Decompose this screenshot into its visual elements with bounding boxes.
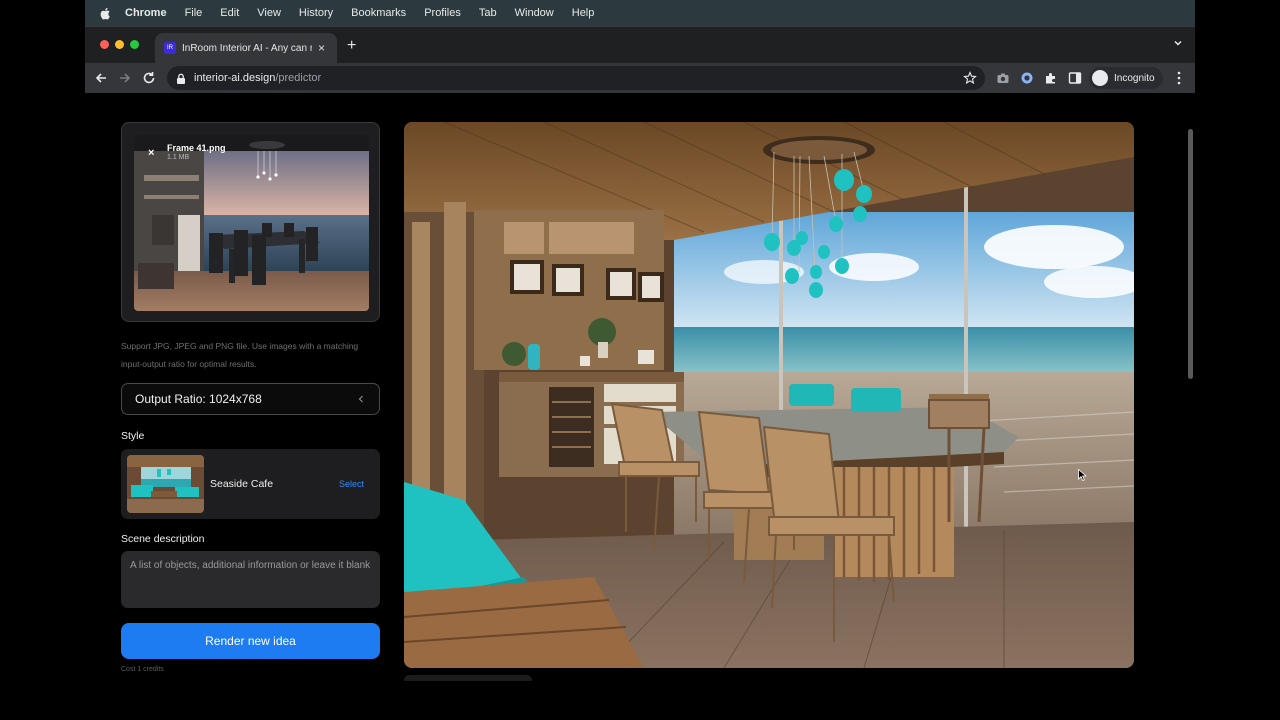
camera-extension-icon[interactable] bbox=[996, 71, 1010, 85]
mouse-cursor-icon bbox=[1078, 469, 1087, 481]
file-name: Frame 41.png bbox=[167, 143, 226, 153]
url-path: /predictor bbox=[275, 72, 322, 84]
tab-strip: IR InRoom Interior AI - Any can re × + bbox=[85, 27, 1195, 63]
browser-tab-active[interactable]: IR InRoom Interior AI - Any can re × bbox=[155, 33, 337, 63]
close-window-button[interactable] bbox=[100, 40, 109, 49]
scene-description-input[interactable]: A list of objects, additional informatio… bbox=[121, 551, 380, 608]
menu-profiles[interactable]: Profiles bbox=[424, 7, 461, 19]
new-tab-plus-icon[interactable]: + bbox=[347, 37, 356, 55]
browser-window: IR InRoom Interior AI - Any can re × + i… bbox=[85, 26, 1195, 681]
uploaded-room-image bbox=[134, 135, 369, 311]
chevron-left-icon bbox=[358, 395, 363, 403]
result-thumbnail-strip[interactable] bbox=[404, 675, 532, 681]
upload-card[interactable]: × Frame 41.png 1.1 MB bbox=[121, 122, 380, 322]
apple-logo-icon[interactable] bbox=[99, 7, 111, 20]
menu-app-name[interactable]: Chrome bbox=[125, 7, 167, 19]
incognito-label: Incognito bbox=[1114, 72, 1155, 84]
url-host: interior-ai.design bbox=[194, 72, 276, 84]
uploaded-image-preview bbox=[134, 135, 369, 311]
menu-history[interactable]: History bbox=[299, 7, 333, 19]
cost-credits-text: Cost 1 credits bbox=[121, 666, 164, 673]
menu-help[interactable]: Help bbox=[572, 7, 595, 19]
back-arrow-icon[interactable] bbox=[93, 70, 109, 86]
page-scrollbar[interactable] bbox=[1188, 129, 1193, 379]
lock-icon[interactable] bbox=[176, 73, 186, 84]
tab-close-icon[interactable]: × bbox=[318, 41, 325, 55]
menu-bookmarks[interactable]: Bookmarks bbox=[351, 7, 406, 19]
bookmark-star-icon[interactable] bbox=[963, 71, 977, 85]
menu-tab[interactable]: Tab bbox=[479, 7, 497, 19]
minimize-window-button[interactable] bbox=[115, 40, 124, 49]
menu-edit[interactable]: Edit bbox=[220, 7, 239, 19]
select-style-link[interactable]: Select bbox=[339, 479, 364, 489]
more-options-kebab-icon[interactable] bbox=[1177, 71, 1181, 85]
zoom-window-button[interactable] bbox=[130, 40, 139, 49]
tab-search-chevron-down-icon[interactable] bbox=[1173, 38, 1183, 48]
output-ratio-select[interactable]: Output Ratio: 1024x768 bbox=[121, 383, 380, 415]
seaside-cafe-thumbnail-image bbox=[127, 455, 204, 513]
predictor-page: × Frame 41.png 1.1 MB Support JPG, JPEG … bbox=[85, 93, 1195, 681]
output-ratio-value: Output Ratio: 1024x768 bbox=[135, 392, 262, 406]
circle-extension-icon[interactable] bbox=[1020, 71, 1034, 85]
rendered-result-image[interactable] bbox=[404, 122, 1134, 668]
remove-file-close-icon[interactable]: × bbox=[148, 147, 154, 159]
menu-view[interactable]: View bbox=[257, 7, 281, 19]
supported-formats-hint: Support JPG, JPEG and PNG file. Use imag… bbox=[121, 341, 359, 369]
incognito-profile-button[interactable]: Incognito bbox=[1089, 67, 1163, 89]
style-card[interactable]: Seaside Cafe Select bbox=[121, 449, 380, 519]
menu-window[interactable]: Window bbox=[515, 7, 554, 19]
address-bar[interactable]: interior-ai.design/predictor bbox=[167, 66, 985, 90]
incognito-avatar-icon bbox=[1092, 70, 1108, 86]
style-section-label: Style bbox=[121, 430, 145, 442]
puzzle-extensions-icon[interactable] bbox=[1044, 71, 1058, 85]
file-size: 1.1 MB bbox=[167, 154, 190, 161]
render-new-idea-button[interactable]: Render new idea bbox=[121, 623, 380, 659]
tab-title: InRoom Interior AI - Any can re bbox=[182, 42, 312, 54]
reload-icon[interactable] bbox=[141, 70, 157, 86]
macos-menu-bar: Chrome File Edit View History Bookmarks … bbox=[85, 0, 1195, 26]
scene-description-label: Scene description bbox=[121, 533, 205, 545]
style-thumbnail bbox=[127, 455, 204, 513]
forward-arrow-icon[interactable] bbox=[117, 70, 133, 86]
seaside-dining-room-image bbox=[404, 122, 1134, 668]
browser-toolbar: interior-ai.design/predictor Incognito bbox=[85, 63, 1195, 93]
side-panel-icon[interactable] bbox=[1068, 71, 1082, 85]
style-name: Seaside Cafe bbox=[210, 478, 274, 490]
site-favicon-icon: IR bbox=[164, 42, 176, 54]
menu-file[interactable]: File bbox=[185, 7, 203, 19]
